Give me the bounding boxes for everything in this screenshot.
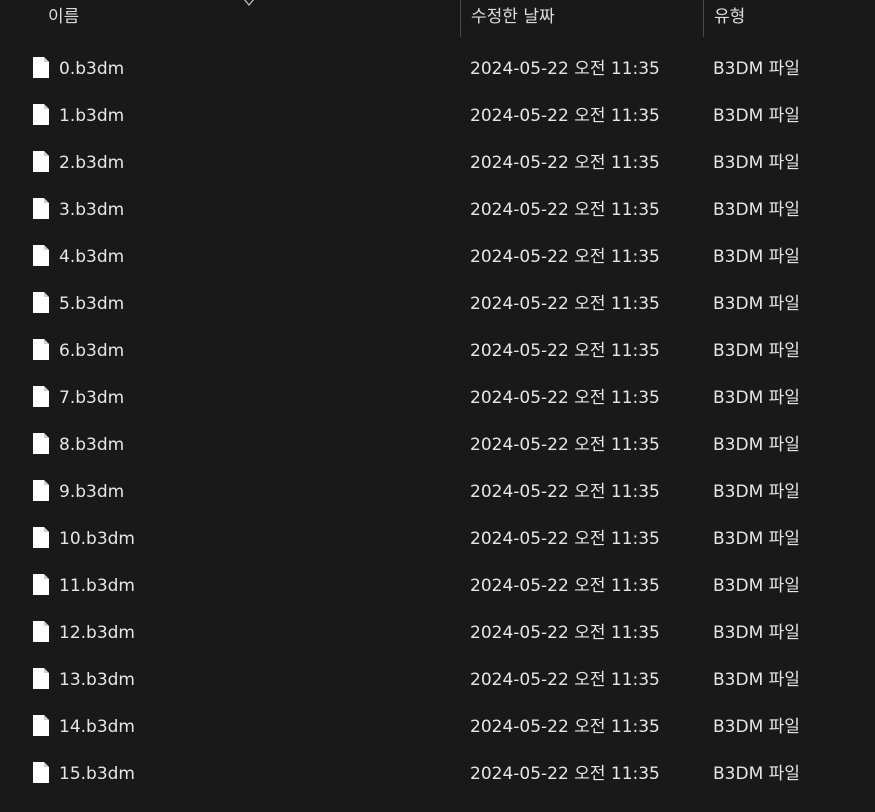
file-type: B3DM 파일 xyxy=(713,153,800,173)
file-icon xyxy=(32,103,50,126)
file-date-modified: 2024-05-22 오전 11:35 xyxy=(470,529,660,549)
file-row[interactable]: 11.b3dm 2024-05-22 오전 11:35 B3DM 파일 xyxy=(0,563,875,610)
file-date-modified: 2024-05-22 오전 11:35 xyxy=(470,341,660,361)
file-date-modified: 2024-05-22 오전 11:35 xyxy=(470,482,660,502)
file-date-modified: 2024-05-22 오전 11:35 xyxy=(470,764,660,784)
file-row[interactable]: 10.b3dm 2024-05-22 오전 11:35 B3DM 파일 xyxy=(0,516,875,563)
file-row[interactable]: 2.b3dm 2024-05-22 오전 11:35 B3DM 파일 xyxy=(0,140,875,187)
column-divider[interactable] xyxy=(460,0,461,37)
file-name: 14.b3dm xyxy=(59,717,135,737)
file-name: 12.b3dm xyxy=(59,623,135,643)
file-icon xyxy=(32,338,50,361)
file-row[interactable]: 12.b3dm 2024-05-22 오전 11:35 B3DM 파일 xyxy=(0,610,875,657)
file-type: B3DM 파일 xyxy=(713,388,800,408)
file-type: B3DM 파일 xyxy=(713,717,800,737)
file-icon xyxy=(32,385,50,408)
file-date-modified: 2024-05-22 오전 11:35 xyxy=(470,106,660,126)
file-icon xyxy=(32,479,50,502)
file-name: 7.b3dm xyxy=(59,388,125,408)
file-row[interactable]: 0.b3dm 2024-05-22 오전 11:35 B3DM 파일 xyxy=(0,46,875,93)
column-header: 이름 수정한 날짜 유형 xyxy=(0,0,875,38)
file-icon xyxy=(32,573,50,596)
file-date-modified: 2024-05-22 오전 11:35 xyxy=(470,247,660,267)
file-type: B3DM 파일 xyxy=(713,670,800,690)
file-name: 3.b3dm xyxy=(59,200,125,220)
file-row[interactable]: 5.b3dm 2024-05-22 오전 11:35 B3DM 파일 xyxy=(0,281,875,328)
file-name: 5.b3dm xyxy=(59,294,125,314)
file-type: B3DM 파일 xyxy=(713,106,800,126)
file-name: 2.b3dm xyxy=(59,153,125,173)
file-type: B3DM 파일 xyxy=(713,764,800,784)
file-name: 8.b3dm xyxy=(59,435,125,455)
file-type: B3DM 파일 xyxy=(713,576,800,596)
file-row[interactable]: 8.b3dm 2024-05-22 오전 11:35 B3DM 파일 xyxy=(0,422,875,469)
column-divider[interactable] xyxy=(703,0,704,37)
file-row[interactable]: 4.b3dm 2024-05-22 오전 11:35 B3DM 파일 xyxy=(0,234,875,281)
file-date-modified: 2024-05-22 오전 11:35 xyxy=(470,717,660,737)
file-name: 6.b3dm xyxy=(59,341,125,361)
file-icon xyxy=(32,667,50,690)
file-date-modified: 2024-05-22 오전 11:35 xyxy=(470,294,660,314)
file-date-modified: 2024-05-22 오전 11:35 xyxy=(470,435,660,455)
file-name: 9.b3dm xyxy=(59,482,125,502)
file-row[interactable]: 1.b3dm 2024-05-22 오전 11:35 B3DM 파일 xyxy=(0,93,875,140)
file-type: B3DM 파일 xyxy=(713,341,800,361)
file-date-modified: 2024-05-22 오전 11:35 xyxy=(470,200,660,220)
file-date-modified: 2024-05-22 오전 11:35 xyxy=(470,670,660,690)
column-header-name[interactable]: 이름 xyxy=(48,0,79,36)
file-name: 13.b3dm xyxy=(59,670,135,690)
file-date-modified: 2024-05-22 오전 11:35 xyxy=(470,153,660,173)
file-icon xyxy=(32,291,50,314)
file-type: B3DM 파일 xyxy=(713,59,800,79)
file-row[interactable]: 6.b3dm 2024-05-22 오전 11:35 B3DM 파일 xyxy=(0,328,875,375)
file-icon xyxy=(32,150,50,173)
file-date-modified: 2024-05-22 오전 11:35 xyxy=(470,576,660,596)
file-icon xyxy=(32,761,50,784)
file-row[interactable]: 13.b3dm 2024-05-22 오전 11:35 B3DM 파일 xyxy=(0,657,875,704)
file-row[interactable]: 7.b3dm 2024-05-22 오전 11:35 B3DM 파일 xyxy=(0,375,875,422)
column-header-date-modified[interactable]: 수정한 날짜 xyxy=(471,0,555,36)
file-name: 11.b3dm xyxy=(59,576,135,596)
file-type: B3DM 파일 xyxy=(713,200,800,220)
file-name: 15.b3dm xyxy=(59,764,135,784)
file-icon xyxy=(32,432,50,455)
column-header-type[interactable]: 유형 xyxy=(714,0,745,36)
file-type: B3DM 파일 xyxy=(713,247,800,267)
file-icon xyxy=(32,526,50,549)
file-icon xyxy=(32,714,50,737)
file-type: B3DM 파일 xyxy=(713,529,800,549)
file-date-modified: 2024-05-22 오전 11:35 xyxy=(470,623,660,643)
file-type: B3DM 파일 xyxy=(713,482,800,502)
file-name: 10.b3dm xyxy=(59,529,135,549)
file-icon xyxy=(32,56,50,79)
file-row[interactable]: 14.b3dm 2024-05-22 오전 11:35 B3DM 파일 xyxy=(0,704,875,751)
file-date-modified: 2024-05-22 오전 11:35 xyxy=(470,59,660,79)
file-type: B3DM 파일 xyxy=(713,294,800,314)
file-icon xyxy=(32,620,50,643)
file-icon xyxy=(32,197,50,220)
file-row[interactable]: 15.b3dm 2024-05-22 오전 11:35 B3DM 파일 xyxy=(0,751,875,798)
file-type: B3DM 파일 xyxy=(713,435,800,455)
file-icon xyxy=(32,244,50,267)
file-row[interactable]: 9.b3dm 2024-05-22 오전 11:35 B3DM 파일 xyxy=(0,469,875,516)
file-name: 4.b3dm xyxy=(59,247,125,267)
file-name: 1.b3dm xyxy=(59,106,125,126)
file-list: 0.b3dm 2024-05-22 오전 11:35 B3DM 파일 1.b3d… xyxy=(0,46,875,798)
file-name: 0.b3dm xyxy=(59,59,125,79)
file-row[interactable]: 3.b3dm 2024-05-22 오전 11:35 B3DM 파일 xyxy=(0,187,875,234)
file-date-modified: 2024-05-22 오전 11:35 xyxy=(470,388,660,408)
sort-ascending-icon xyxy=(242,0,256,7)
file-type: B3DM 파일 xyxy=(713,623,800,643)
